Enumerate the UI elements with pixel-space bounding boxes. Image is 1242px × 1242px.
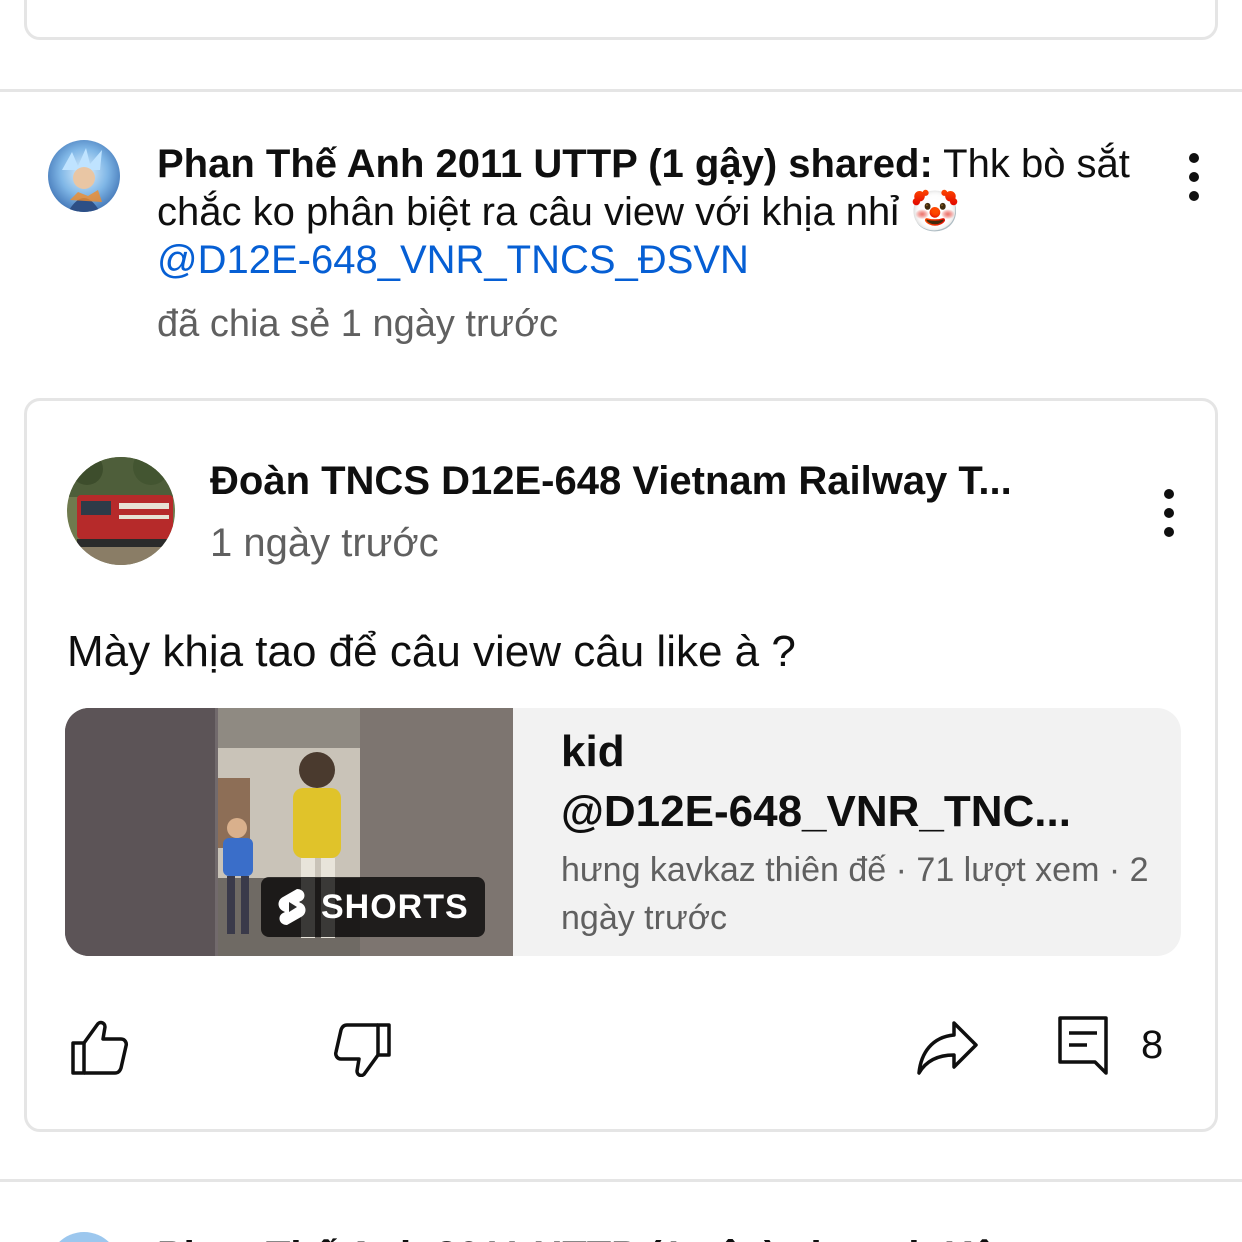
sharer-avatar[interactable] [48, 1232, 120, 1242]
shorts-label: SHORTS [321, 887, 469, 926]
shorts-badge: SHORTS [261, 877, 485, 937]
like-icon [71, 1020, 128, 1075]
video-title-line-2: @D12E-648_VNR_TNC... [561, 787, 1071, 836]
video-title-line-1: kid [561, 727, 625, 776]
video-attachment[interactable]: SHORTS kid @D12E-648_VNR_TNC... hưng kav… [65, 708, 1181, 956]
previous-post-card [24, 0, 1218, 40]
channel-name[interactable]: Đoàn TNCS D12E-648 Vietnam Railway T... [210, 457, 1090, 505]
comments-button[interactable] [1055, 1013, 1111, 1079]
mention-link[interactable]: @D12E-648_VNR_TNCS_ĐSVN [157, 238, 749, 282]
sharer-name[interactable]: Phan Thế Anh 2011 UTTP (1 gậy) shared: [157, 142, 933, 186]
more-vert-icon [1164, 489, 1174, 499]
share-text: Phan Thế Anh 2011 UTTP (1 gậy) shared: T… [157, 140, 1147, 284]
divider [0, 89, 1242, 92]
post-more-button[interactable] [1159, 489, 1179, 537]
like-button[interactable] [67, 1015, 131, 1079]
post-timestamp: 1 ngày trước [210, 521, 439, 565]
share-timestamp: đã chia sẻ 1 ngày trước [157, 303, 559, 345]
divider [0, 1179, 1242, 1182]
share-more-button[interactable] [1184, 153, 1204, 201]
video-title[interactable]: kid @D12E-648_VNR_TNC... [561, 722, 1151, 842]
share-icon [917, 1021, 978, 1075]
dislike-button[interactable] [331, 1015, 395, 1079]
comment-icon [1058, 1016, 1108, 1075]
video-thumbnail[interactable]: SHORTS [65, 708, 513, 956]
post-body-text: Mày khịa tao để câu view câu like à ? [67, 627, 796, 676]
next-share-text: Phan Thế Anh 2011 UTTP (1 gậy) shared: K… [157, 1232, 1028, 1242]
share-button[interactable] [915, 1015, 981, 1079]
sharer-avatar[interactable] [48, 140, 120, 212]
dislike-icon [334, 1023, 391, 1077]
next-share-row[interactable]: Phan Thế Anh 2011 UTTP (1 gậy) shared: K… [0, 1226, 1242, 1242]
video-metadata: hưng kavkaz thiên đế · 71 lượt xem · 2 n… [561, 851, 1149, 937]
post-card[interactable]: Đoàn TNCS D12E-648 Vietnam Railway T... … [24, 398, 1218, 1132]
post-action-bar: 8 [27, 1001, 1221, 1091]
shorts-icon [278, 889, 306, 925]
channel-avatar[interactable] [67, 457, 175, 565]
comment-count[interactable]: 8 [1141, 1021, 1163, 1069]
more-vert-icon [1189, 153, 1199, 163]
